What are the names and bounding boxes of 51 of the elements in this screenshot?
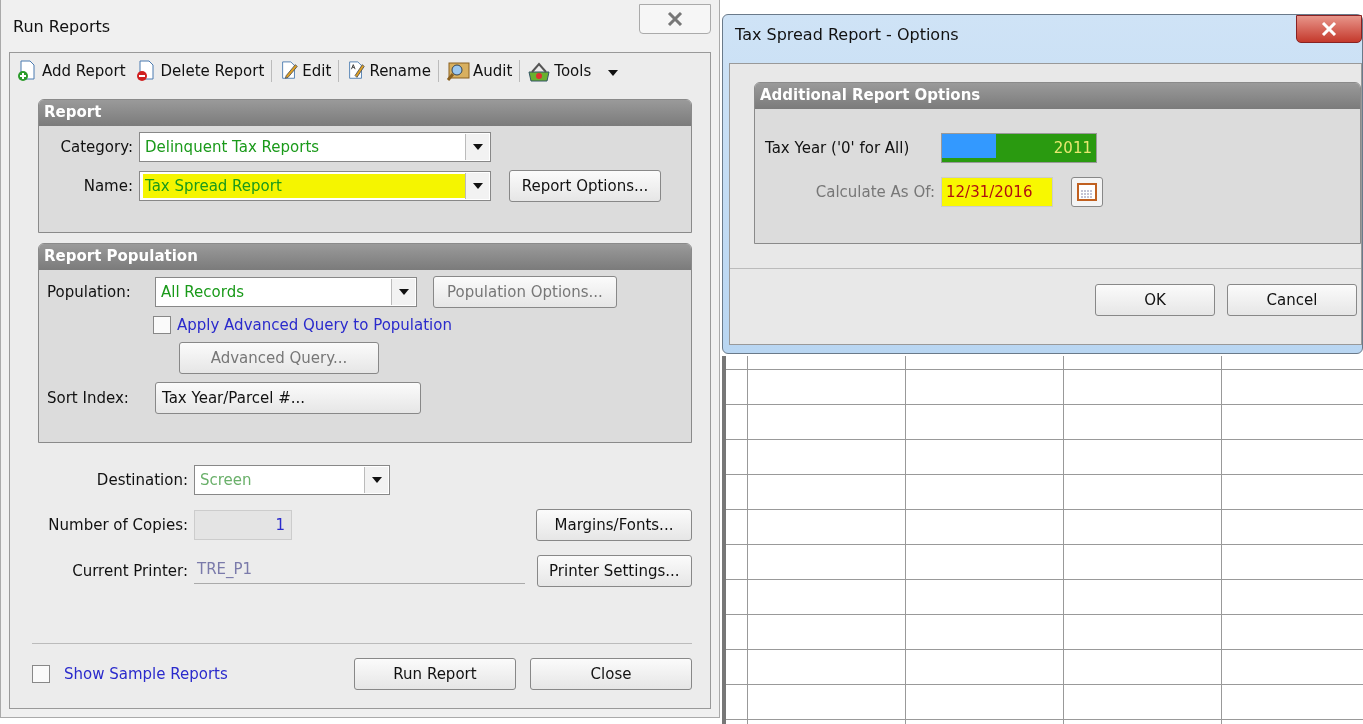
printer-field: TRE_P1 xyxy=(194,558,525,584)
field-label: Tax Year ('0' for All) xyxy=(765,139,911,157)
close-button[interactable] xyxy=(1296,15,1362,43)
ok-button[interactable]: OK xyxy=(1095,284,1215,316)
group-title: Additional Report Options xyxy=(755,83,1360,109)
close-icon xyxy=(667,12,683,26)
field-label: Sort Index: xyxy=(47,389,130,407)
magnifier-book-icon xyxy=(445,61,470,81)
cancel-button[interactable]: Cancel xyxy=(1227,284,1357,316)
toolbar-button[interactable]: Audit xyxy=(442,59,516,83)
checkbox[interactable] xyxy=(32,665,50,683)
checkbox[interactable] xyxy=(153,316,171,334)
close-button[interactable]: Close xyxy=(530,658,692,690)
toolbar-button[interactable]: Rename xyxy=(343,59,434,83)
caret-icon xyxy=(472,183,483,189)
field-label: Category: xyxy=(59,138,133,156)
field-label: Population: xyxy=(47,283,132,301)
close-button[interactable] xyxy=(639,4,711,34)
field-label: Name: xyxy=(82,177,133,195)
calendar-button[interactable] xyxy=(1071,177,1103,207)
toolbar-button[interactable]: Add Report xyxy=(14,58,129,84)
checkbox-label[interactable]: Show Sample Reports xyxy=(64,665,228,683)
field-label: Calculate As Of: xyxy=(814,183,935,201)
run-report-button[interactable]: Run Report xyxy=(354,658,516,690)
caret-icon xyxy=(371,477,382,483)
calendar-icon xyxy=(1077,183,1097,201)
copies-input[interactable]: 1 xyxy=(194,510,292,540)
rename-document-icon xyxy=(346,61,367,81)
margins-fonts-button[interactable]: Margins/Fonts... xyxy=(536,509,692,541)
population-dropdown[interactable]: All Records xyxy=(155,277,417,307)
toolbar-button[interactable]: Tools xyxy=(524,58,622,84)
caret-icon xyxy=(472,144,483,150)
printer-settings-button[interactable]: Printer Settings... xyxy=(536,555,692,587)
sort-index-button[interactable]: Tax Year/Parcel #... xyxy=(155,382,421,414)
field-label: Current Printer: xyxy=(71,562,188,580)
pencil-document-icon xyxy=(279,61,300,81)
window-title: Run Reports xyxy=(13,16,111,36)
dialog-title: Tax Spread Report - Options xyxy=(735,25,959,44)
close-icon xyxy=(1321,22,1337,36)
field-label: Number of Copies: xyxy=(47,516,188,534)
report-options-button[interactable]: Report Options... xyxy=(509,170,661,202)
caret-icon xyxy=(398,289,409,295)
caret-icon xyxy=(608,70,619,76)
toolbar-button[interactable]: Edit xyxy=(276,59,335,83)
date-input[interactable]: 12/31/2016 xyxy=(941,177,1053,207)
category-dropdown[interactable]: Delinquent Tax Reports xyxy=(139,132,491,162)
group-title: Report Population xyxy=(39,244,691,270)
checkbox-label[interactable]: Apply Advanced Query to Population xyxy=(177,316,452,334)
group-title: Report xyxy=(39,100,691,126)
field-label: Destination: xyxy=(95,471,188,489)
toolbar-button[interactable]: Delete Report xyxy=(132,58,268,84)
